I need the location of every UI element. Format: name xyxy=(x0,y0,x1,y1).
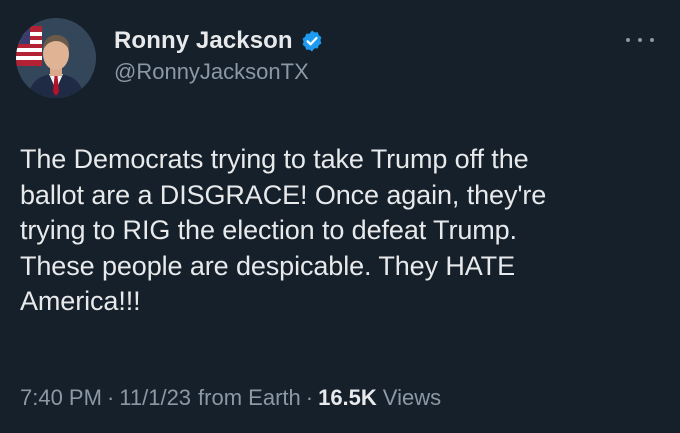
tweet-text-line: America!!! xyxy=(20,286,141,316)
tweet-text-line: ballot are a DISGRACE! Once again, they'… xyxy=(20,179,547,210)
tweet-time[interactable]: 7:40 PM xyxy=(20,385,102,411)
tweet-text: The Democrats trying to take Trump off t… xyxy=(20,142,660,320)
name-row: Ronny Jackson xyxy=(114,26,324,56)
more-dot xyxy=(650,38,654,42)
tweet-text-line: trying to RIG the election to defeat Tru… xyxy=(20,215,517,245)
views-label: Views xyxy=(382,385,442,410)
tweet-card: Ronny Jackson @RonnyJacksonTX The Democr… xyxy=(0,0,680,433)
tweet-text-line: These people are despicable. They HATE xyxy=(20,250,515,281)
avatar[interactable] xyxy=(16,18,96,98)
views-count[interactable]: 16.5K xyxy=(318,385,377,411)
meta-separator: · xyxy=(305,385,314,410)
user-handle[interactable]: @RonnyJacksonTX xyxy=(114,59,309,85)
meta-separator: · xyxy=(106,385,115,410)
verified-badge-icon xyxy=(300,29,324,53)
display-name[interactable]: Ronny Jackson xyxy=(114,27,293,55)
more-dot xyxy=(638,38,642,42)
more-dot xyxy=(626,38,630,42)
tweet-date[interactable]: 11/1/23 xyxy=(119,385,191,411)
more-options-icon[interactable] xyxy=(626,28,654,52)
tweet-text-line: The Democrats trying to take Trump off t… xyxy=(20,144,529,174)
tweet-meta: 7:40 PM · 11/1/23 from Earth · 16.5K Vie… xyxy=(20,385,441,411)
avatar-image xyxy=(16,18,96,98)
tweet-source: from Earth xyxy=(198,385,301,410)
